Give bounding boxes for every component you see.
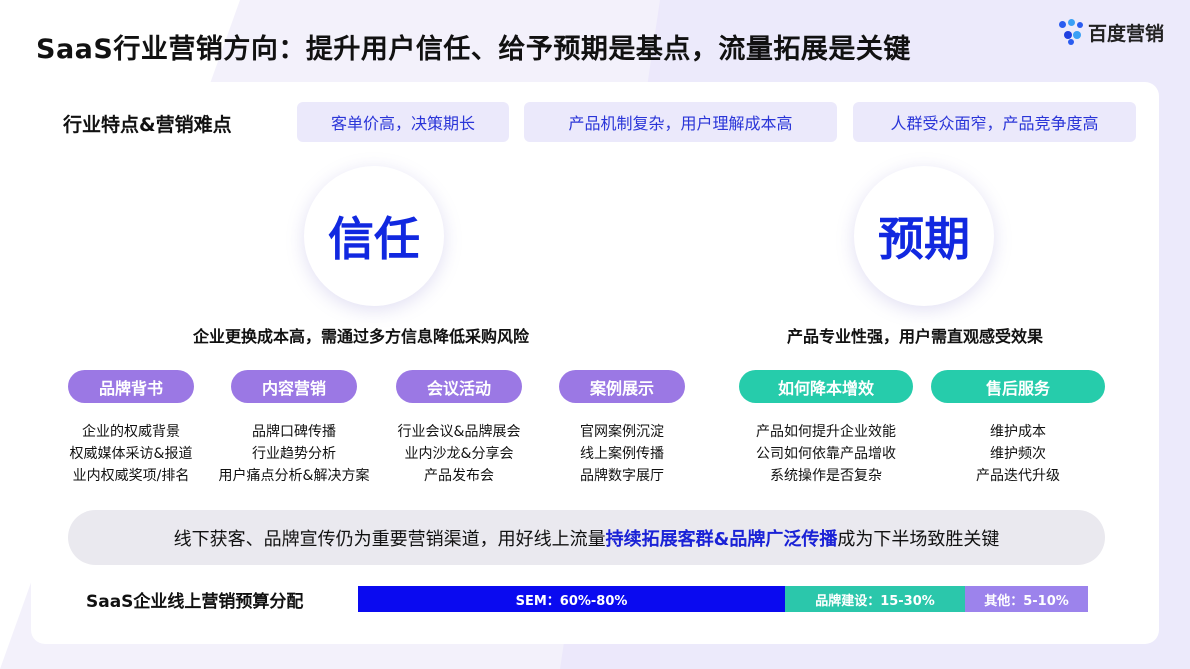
list-item: 品牌数字展厅 bbox=[580, 468, 664, 484]
category-pill-brand-endorsement: 品牌背书 bbox=[68, 370, 194, 403]
category-pill-events: 会议活动 bbox=[396, 370, 522, 403]
list-item: 行业趋势分析 bbox=[252, 446, 336, 462]
list-item: 行业会议&品牌展会 bbox=[397, 424, 521, 440]
category-item-list: 行业会议&品牌展会 业内沙龙&分享会 产品发布会 bbox=[384, 421, 534, 487]
expectation-circle: 预期 bbox=[854, 166, 994, 306]
banner-text: 线下获客、品牌宣传仍为重要营销渠道，用好线上流量 bbox=[173, 528, 606, 550]
baidu-marketing-logo-icon bbox=[1058, 19, 1084, 45]
category-item-list: 品牌口碑传播 行业趋势分析 用户痛点分析&解决方案 bbox=[209, 421, 379, 487]
trust-subhead: 企业更换成本高，需通过多方信息降低采购风险 bbox=[193, 327, 530, 346]
budget-bar: SEM：60%-80% 品牌建设：15-30% 其他：5-10% bbox=[358, 586, 1088, 612]
list-item: 产品迭代升级 bbox=[976, 468, 1060, 484]
expectation-subhead: 产品专业性强，用户需直观感受效果 bbox=[787, 327, 1044, 346]
category-item-list: 维护成本 维护频次 产品迭代升级 bbox=[948, 421, 1088, 487]
list-item: 用户痛点分析&解决方案 bbox=[218, 468, 370, 484]
page-title: SaaS行业营销方向：提升用户信任、给予预期是基点，流量拓展是关键 bbox=[36, 34, 911, 65]
budget-label: SaaS企业线上营销预算分配 bbox=[86, 592, 304, 612]
budget-segment-other: 其他：5-10% bbox=[965, 586, 1088, 612]
category-item-list: 官网案例沉淀 线上案例传播 品牌数字展厅 bbox=[552, 421, 692, 487]
list-item: 品牌口碑传播 bbox=[252, 424, 336, 440]
list-item: 业内权威奖项/排名 bbox=[72, 468, 190, 484]
logo-text: 百度营销 bbox=[1088, 22, 1165, 45]
budget-segment-sem: SEM：60%-80% bbox=[358, 586, 785, 612]
banner-text-end: 成为下半场致胜关键 bbox=[837, 528, 1000, 550]
category-pill-cost-efficiency: 如何降本增效 bbox=[739, 370, 913, 403]
category-item-list: 企业的权威背景 权威媒体采访&报道 业内权威奖项/排名 bbox=[59, 421, 203, 487]
list-item: 权威媒体采访&报道 bbox=[69, 446, 193, 462]
category-pill-content-marketing: 内容营销 bbox=[231, 370, 357, 403]
list-item: 维护成本 bbox=[990, 424, 1046, 440]
category-pill-after-sales: 售后服务 bbox=[931, 370, 1105, 403]
section-title: 行业特点&营销难点 bbox=[63, 114, 232, 136]
list-item: 线上案例传播 bbox=[580, 446, 664, 462]
brand-logo: 百度营销 bbox=[1058, 18, 1164, 46]
pain-point-tag: 客单价高，决策期长 bbox=[297, 102, 509, 142]
list-item: 业内沙龙&分享会 bbox=[404, 446, 514, 462]
list-item: 产品如何提升企业效能 bbox=[756, 424, 896, 440]
list-item: 官网案例沉淀 bbox=[580, 424, 664, 440]
trust-circle: 信任 bbox=[304, 166, 444, 306]
list-item: 产品发布会 bbox=[424, 468, 494, 484]
list-item: 系统操作是否复杂 bbox=[770, 468, 882, 484]
list-item: 维护频次 bbox=[990, 446, 1046, 462]
category-pill-case-display: 案例展示 bbox=[559, 370, 685, 403]
banner-highlight: 持续拓展客群&品牌广泛传播 bbox=[605, 528, 838, 550]
list-item: 企业的权威背景 bbox=[82, 424, 180, 440]
category-item-list: 产品如何提升企业效能 公司如何依靠产品增收 系统操作是否复杂 bbox=[736, 421, 916, 487]
list-item: 公司如何依靠产品增收 bbox=[756, 446, 896, 462]
pain-point-tag: 产品机制复杂，用户理解成本高 bbox=[524, 102, 837, 142]
pain-point-tag: 人群受众面窄，产品竞争度高 bbox=[853, 102, 1136, 142]
key-insight-banner: 线下获客、品牌宣传仍为重要营销渠道，用好线上流量 持续拓展客群&品牌广泛传播 成为下… bbox=[68, 510, 1105, 565]
budget-segment-brand: 品牌建设：15-30% bbox=[785, 586, 965, 612]
